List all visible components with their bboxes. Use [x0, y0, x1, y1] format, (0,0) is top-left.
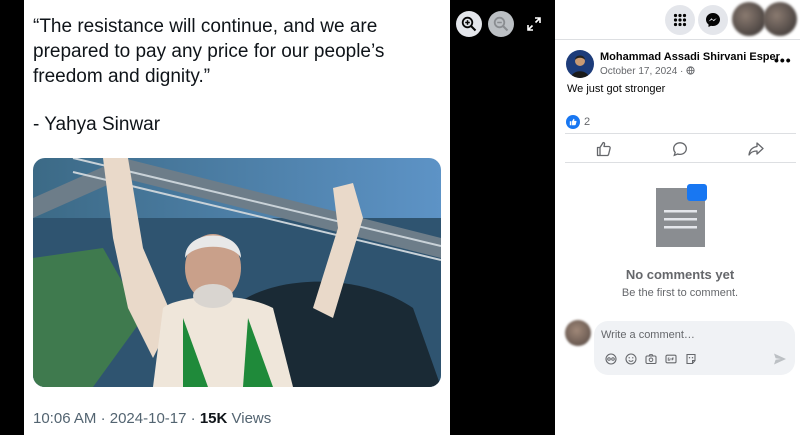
comment-icon[interactable]: [672, 141, 688, 157]
post-date[interactable]: October 17, 2024 ·: [600, 66, 695, 77]
avatar-sticker-icon[interactable]: [604, 352, 618, 366]
tweet-quote: “The resistance will continue, and we ar…: [33, 16, 385, 87]
more-options-icon[interactable]: •••: [774, 52, 792, 68]
composer-tools: [604, 352, 698, 366]
like-icon[interactable]: [596, 141, 612, 157]
gif-icon[interactable]: [664, 352, 678, 366]
post-date-text: October 17, 2024 ·: [600, 66, 684, 77]
author-avatar[interactable]: [566, 50, 594, 78]
empty-comments-title: No comments yet: [625, 267, 735, 282]
tweet-screenshot: “The resistance will continue, and we ar…: [24, 0, 450, 435]
comment-composer: [594, 321, 795, 375]
tweet-date: 2024-10-17: [109, 410, 187, 427]
like-reaction-icon: [566, 115, 580, 129]
share-icon[interactable]: [748, 141, 764, 157]
views-label: Views: [231, 410, 272, 427]
comment-input[interactable]: [601, 327, 781, 343]
messenger-icon: [706, 13, 720, 27]
photo-viewer: “The resistance will continue, and we ar…: [0, 0, 555, 435]
tweet-meta: 10:06 AM · 2024-10-17 · 15K Views: [33, 410, 271, 427]
no-comments-illustration-icon: [656, 184, 707, 247]
send-icon[interactable]: [773, 352, 787, 366]
post-text: We just got stronger: [567, 83, 666, 95]
tweet-text: “The resistance will continue, and we ar…: [33, 14, 443, 137]
empty-comments-subtitle: Be the first to comment.: [621, 287, 739, 299]
current-user-avatar[interactable]: [565, 320, 591, 346]
tweet-time: 10:06 AM: [33, 410, 97, 427]
notifications-button[interactable]: [732, 2, 766, 36]
tweet-attribution: - Yahya Sinwar: [33, 114, 161, 135]
post-sidebar: Mohammad Assadi Shirvani Esper October 1…: [555, 0, 800, 435]
views-count: 15K: [199, 410, 228, 427]
meta-separator: ·: [100, 410, 110, 427]
fullscreen-button[interactable]: [523, 11, 545, 37]
globe-icon: [686, 66, 695, 75]
account-avatar[interactable]: [763, 2, 797, 36]
tweet-photo: [33, 158, 441, 387]
zoom-out-button[interactable]: [488, 11, 514, 37]
expand-icon: [527, 17, 541, 31]
camera-icon[interactable]: [644, 352, 658, 366]
grid-menu-icon: [673, 13, 687, 27]
menu-button[interactable]: [665, 5, 695, 35]
zoom-out-icon: [493, 16, 509, 32]
author-name[interactable]: Mohammad Assadi Shirvani Esper: [600, 51, 780, 63]
messenger-button[interactable]: [698, 5, 728, 35]
meta-separator: ·: [190, 410, 200, 427]
post-actions: [565, 133, 796, 163]
sticker-icon[interactable]: [684, 352, 698, 366]
top-bar: [555, 0, 800, 40]
reactions-summary[interactable]: 2: [566, 115, 590, 129]
zoom-in-button[interactable]: [456, 11, 482, 37]
reaction-count: 2: [584, 116, 591, 128]
zoom-in-icon: [461, 16, 477, 32]
emoji-icon[interactable]: [624, 352, 638, 366]
